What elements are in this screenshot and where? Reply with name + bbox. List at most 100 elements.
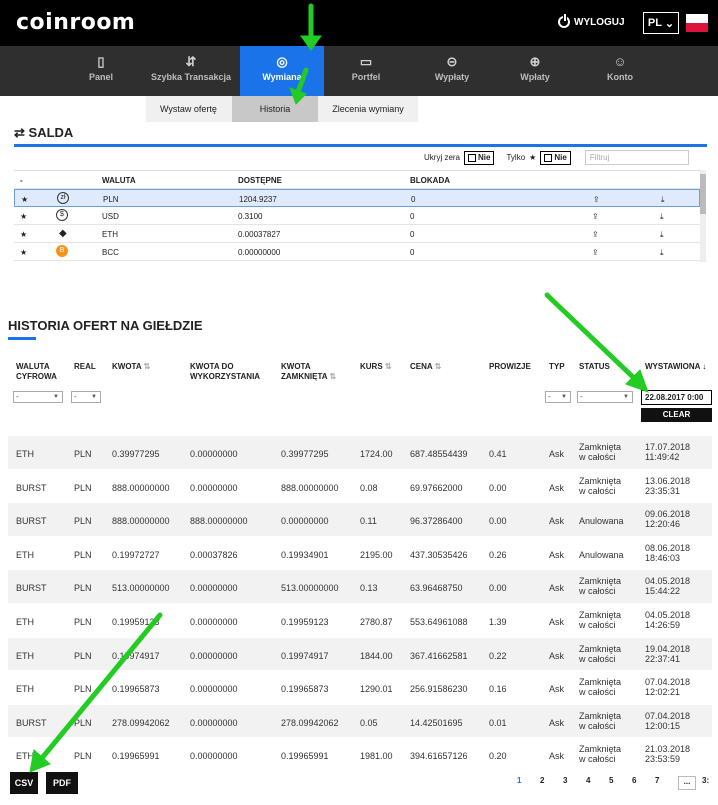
sort-icon: ↓ xyxy=(702,362,707,371)
table-row[interactable]: BURST PLN 513.00000000 0.00000000 513.000000… xyxy=(8,570,712,604)
cell-type: Ask xyxy=(549,482,565,493)
only-starred-toggle[interactable]: Nie xyxy=(540,150,571,165)
tablet-icon: ▯ xyxy=(97,54,105,69)
exchange-arrows-icon: ⇄ xyxy=(14,125,25,140)
cell-real: PLN xyxy=(74,616,92,627)
cell-price: 367.41662581 xyxy=(410,650,468,661)
nav-deposits[interactable]: ⊕ Wpłaty xyxy=(502,46,568,96)
status-filter-select[interactable]: - ▼ xyxy=(577,391,633,403)
cell-closed: 0.39977295 xyxy=(281,449,329,459)
date-filter-input[interactable]: 22.08.2017 0:00 xyxy=(641,390,712,405)
col-rate[interactable]: KURS ⇅ xyxy=(360,362,392,372)
cell-crypto: ETH xyxy=(16,549,34,560)
history-table: ETH PLN 0.39977295 0.00000000 0.39977295 1724… xyxy=(8,436,712,772)
table-row[interactable]: ETH PLN 0.19974917 0.00000000 0.19974917 1844… xyxy=(8,637,712,672)
language-select[interactable]: PL ⌄ xyxy=(643,12,679,34)
power-icon xyxy=(558,14,570,28)
nav-panel[interactable]: ▯ Panel xyxy=(70,46,132,96)
logout-button[interactable]: WYLOGUJ xyxy=(558,14,625,28)
nav-exchange[interactable]: ◎ Wymiana xyxy=(240,46,324,96)
cell-amount: 0.19974917 xyxy=(112,650,160,661)
hide-zero-toggle[interactable]: Nie xyxy=(464,150,495,165)
table-row[interactable]: ETH PLN 0.19965991 0.00000000 0.19965991 1981… xyxy=(8,738,712,772)
cell-status: Zamknięta w całości xyxy=(579,643,622,664)
cell-amount: 0.19965991 xyxy=(112,751,160,762)
cell-type: Ask xyxy=(549,650,565,661)
table-row[interactable]: ★ ◆ ETH 0.00037827 0 ⇪ ⤓ xyxy=(14,225,700,243)
deposit-icon: ⊕ xyxy=(529,54,541,69)
clear-button[interactable]: CLEAR xyxy=(641,408,712,422)
nav-quick-transaction[interactable]: ⇵ Szybka Transakcja xyxy=(142,46,240,96)
deposit-icon[interactable]: ⇪ xyxy=(593,195,600,204)
page-link[interactable]: 2 xyxy=(540,776,563,790)
table-row[interactable]: ★ B BCC 0.00000000 0 ⇪ ⤓ xyxy=(14,243,700,261)
csv-button[interactable]: CSV xyxy=(10,772,38,794)
table-row[interactable]: ★ $ USD 0.3100 0 ⇪ ⤓ xyxy=(14,207,700,225)
balances-filter-input[interactable]: Filtruj xyxy=(584,150,689,165)
cell-to_use: 0.00000000 xyxy=(190,717,238,728)
cell-price: 96.37286400 xyxy=(410,516,463,527)
table-row[interactable]: BURST PLN 888.00000000 888.00000000 0.000000… xyxy=(8,503,712,537)
col-type: TYP xyxy=(549,362,565,371)
table-row[interactable]: ETH PLN 0.19972727 0.00037826 0.19934901 2195… xyxy=(8,537,712,571)
balances-scrollbar[interactable] xyxy=(700,170,706,262)
subtab-create-offer[interactable]: Wystaw ofertę xyxy=(146,96,232,122)
nav-account[interactable]: ☺ Konto xyxy=(588,46,652,96)
pdf-button[interactable]: PDF xyxy=(46,772,78,794)
withdraw-icon[interactable]: ⤓ xyxy=(660,248,664,258)
page-link[interactable]: 3 xyxy=(563,776,586,790)
real-filter-select[interactable]: - ▼ xyxy=(71,391,101,403)
nav-withdrawals[interactable]: ⊝ Wypłaty xyxy=(418,46,486,96)
deposit-icon[interactable]: ⇪ xyxy=(592,230,599,239)
nav-wallet[interactable]: ▭ Portfel xyxy=(334,46,398,96)
cell-rate: 0.08 xyxy=(360,482,378,493)
col-issued[interactable]: WYSTAWIONA ↓ xyxy=(645,362,706,372)
page-link[interactable]: 3: xyxy=(702,776,718,790)
cell-closed: 0.19965873 xyxy=(281,684,329,695)
page-link[interactable]: 1 xyxy=(517,776,540,790)
sort-icon: ⇅ xyxy=(143,362,151,371)
cell-rate: 2780.87 xyxy=(360,616,393,627)
subtab-history[interactable]: Historia xyxy=(232,96,318,122)
deposit-icon[interactable]: ⇪ xyxy=(592,248,599,257)
star-icon[interactable]: ★ xyxy=(20,248,27,257)
page-link[interactable]: 6 xyxy=(632,776,655,790)
table-row[interactable]: BURST PLN 278.09942062 0.00000000 278.099420… xyxy=(8,704,712,739)
sort-icon: ⇅ xyxy=(434,362,442,371)
withdraw-icon[interactable]: ⤓ xyxy=(660,230,664,240)
star-icon[interactable]: ★ xyxy=(20,230,27,239)
cell-status: Anulowana xyxy=(579,549,624,560)
crypto-filter-select[interactable]: - ▼ xyxy=(13,391,63,403)
table-row[interactable]: ETH PLN 0.19965873 0.00000000 0.19965873 1290… xyxy=(8,671,712,705)
col-amount-closed[interactable]: KWOTA ZAMKNIĘTA ⇅ xyxy=(281,362,336,382)
main-nav: ▯ Panel ⇵ Szybka Transakcja ◎ Wymiana ▭ … xyxy=(0,46,718,96)
type-filter-select[interactable]: - ▼ xyxy=(545,391,571,403)
cell-fee: 0.20 xyxy=(489,751,507,762)
cell-date: 08.06.2018 18:46:03 xyxy=(645,542,691,563)
deposit-icon[interactable]: ⇪ xyxy=(592,212,599,221)
page-link[interactable]: 7 xyxy=(655,776,678,790)
table-row[interactable]: ★ zł PLN 1204.9237 0 ⇪ ⤓ xyxy=(14,189,700,207)
cell-crypto: BURST xyxy=(16,482,47,493)
table-row[interactable]: ETH PLN 0.19959123 0.00000000 0.19959123 2780… xyxy=(8,604,712,638)
col-amount[interactable]: KWOTA ⇅ xyxy=(112,362,150,372)
star-icon[interactable]: ★ xyxy=(21,195,28,204)
logo[interactable]: coinroom xyxy=(16,10,135,35)
flag-pl-icon[interactable] xyxy=(686,14,708,32)
table-row[interactable]: BURST PLN 888.00000000 0.00000000 888.000000… xyxy=(8,470,712,504)
col-price[interactable]: CENA ⇅ xyxy=(410,362,441,372)
subtab-exchange-orders[interactable]: Zlecenia wymiany xyxy=(318,96,418,122)
page-link[interactable]: 5 xyxy=(609,776,632,790)
pagination-more[interactable]: ... xyxy=(678,776,696,790)
cell-amount: 888.00000000 xyxy=(112,516,170,527)
withdraw-icon[interactable]: ⤓ xyxy=(661,195,665,205)
cell-status: Zamknięta w całości xyxy=(579,475,622,496)
star-icon[interactable]: ★ xyxy=(20,212,27,221)
table-row[interactable]: ETH PLN 0.39977295 0.00000000 0.39977295 1724… xyxy=(8,436,712,470)
page-link[interactable]: 4 xyxy=(586,776,609,790)
cell-crypto: ETH xyxy=(16,616,34,627)
cell-amount: 0.19972727 xyxy=(112,549,160,560)
cell-amount: 0.19959123 xyxy=(112,616,160,627)
withdraw-icon[interactable]: ⤓ xyxy=(660,212,664,222)
usd-coin-icon: $ xyxy=(56,209,68,221)
